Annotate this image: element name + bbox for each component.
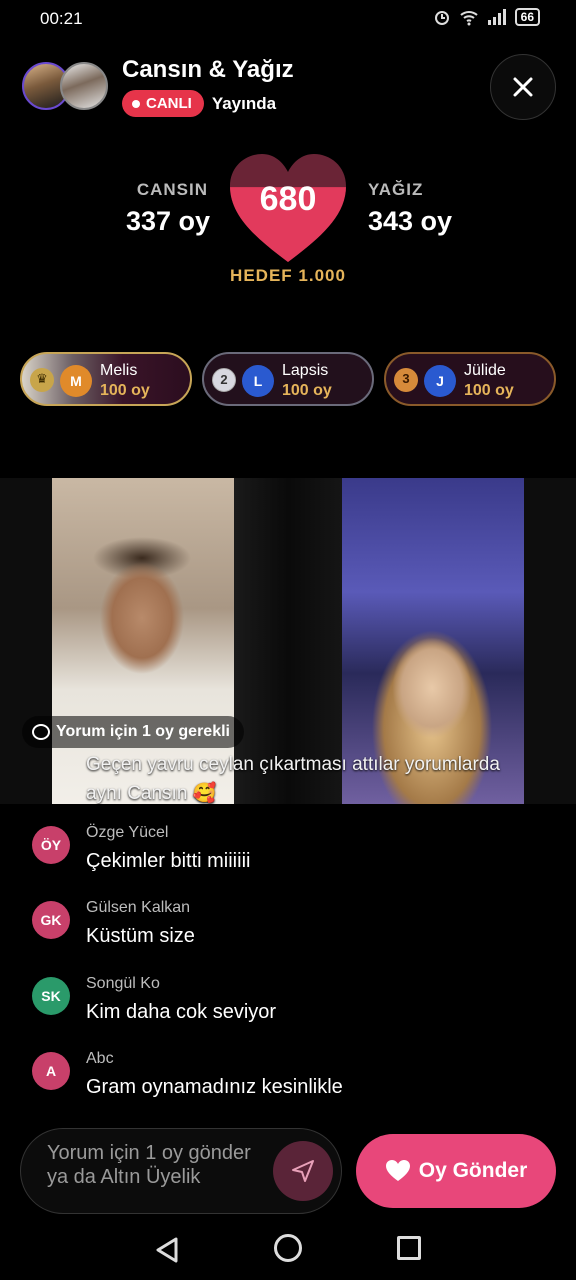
voter-votes: 100 oy [282,382,332,399]
chat-author: Özge Yücel [86,824,169,841]
rank-badge: 2 [212,368,236,392]
wifi-icon [459,11,478,26]
list-item: SK Songül Ko Kim daha cok seviyor [32,975,552,1039]
stream-title: Cansın & Yağız [122,56,294,83]
close-icon [513,77,533,97]
chat-message: Küstüm size [86,925,195,947]
chat-message: Gram oynamadınız kesinlikle [86,1076,343,1098]
system-nav-bar [0,1222,576,1280]
left-participant-votes: 337 oy [125,206,210,236]
back-icon[interactable] [154,1236,180,1264]
comment-hint-text: Yorum için 1 oy gerekli [56,723,230,740]
chat-message: Kim daha cok seviyor [86,1001,277,1023]
list-item: A Abc Gram oynamadınız kesinlikle [32,1050,552,1114]
alarm-icon [434,11,449,25]
avatar: J [424,365,456,397]
avatar: GK [32,901,70,939]
signal-icon [487,9,506,25]
rank-badge: 3 [394,368,418,392]
total-votes: 680 [259,180,317,218]
live-status: CANLI Yayında [122,90,276,117]
chat-author: Gülsen Kalkan [86,899,191,916]
left-participant-name: CANSIN [136,180,208,199]
list-item: GK Gülsen Kalkan Küstüm size [32,899,552,963]
top-voter-1[interactable]: ♛ M Melis 100 oy [20,352,192,406]
avatar: ÖY [32,826,70,864]
send-button[interactable] [273,1141,333,1201]
avatar[interactable] [60,62,108,110]
vote-target: HEDEF 1.000 [230,266,346,285]
voter-votes: 100 oy [464,382,514,399]
send-vote-label: Oy Gönder [418,1159,528,1182]
status-bar: 00:21 66 [0,0,576,36]
comment-requirement-hint: Yorum için 1 oy gerekli [22,716,244,748]
chat-bubble-icon [32,724,50,740]
right-participant-name: YAĞIZ [368,180,424,199]
chat-message: Çekimler bitti miiiiii [86,850,251,872]
couple-avatars[interactable] [22,62,112,112]
battery-icon: 66 [514,8,540,26]
comment-input[interactable]: Yorum için 1 oy gönder ya da Altın Üyeli… [20,1128,342,1214]
voter-name: Jülide [464,362,506,379]
status-icons: 66 [433,8,540,26]
avatar: SK [32,977,70,1015]
send-vote-button[interactable]: Oy Gönder [356,1134,556,1208]
right-participant-votes: 343 oy [368,206,453,236]
avatar: M [60,365,92,397]
live-label: CANLI [146,95,192,112]
live-subtitle: Yayında [211,93,277,113]
heart-icon [385,1160,410,1181]
recent-apps-icon[interactable] [397,1236,421,1260]
voter-name: Melis [100,362,138,379]
send-icon [292,1160,314,1182]
vote-score: CANSIN 337 oy 680 YAĞIZ 343 oy HEDEF 1.0… [0,150,576,290]
voter-votes: 100 oy [100,382,150,399]
chat-author: Abc [86,1050,114,1067]
comment-placeholder: Yorum için 1 oy gönder ya da Altın Üyeli… [47,1142,251,1188]
home-icon[interactable] [274,1234,302,1262]
voter-name: Lapsis [282,362,329,379]
close-button[interactable] [490,54,556,120]
list-item: ÖY Özge Yücel Çekimler bitti miiiiii [32,824,552,888]
live-dot-icon [132,99,140,108]
chat-author: Songül Ko [86,975,160,992]
status-time: 00:21 [40,9,83,28]
top-voters: ♛ M Melis 100 oy 2 L Lapsis 100 oy 3 J J… [20,352,558,406]
header: Cansın & Yağız CANLI Yayında [22,52,556,122]
avatar: L [242,365,274,397]
top-voter-2[interactable]: 2 L Lapsis 100 oy [202,352,374,406]
crown-icon: ♛ [30,368,54,392]
avatar: A [32,1052,70,1090]
live-badge: CANLI [122,90,204,117]
overlay-comment: Geçen yavru ceylan çıkartması attılar yo… [86,754,500,804]
top-voter-3[interactable]: 3 J Jülide 100 oy [384,352,556,406]
live-video[interactable]: Yorum için 1 oy gerekli Geçen yavru ceyl… [0,478,576,804]
